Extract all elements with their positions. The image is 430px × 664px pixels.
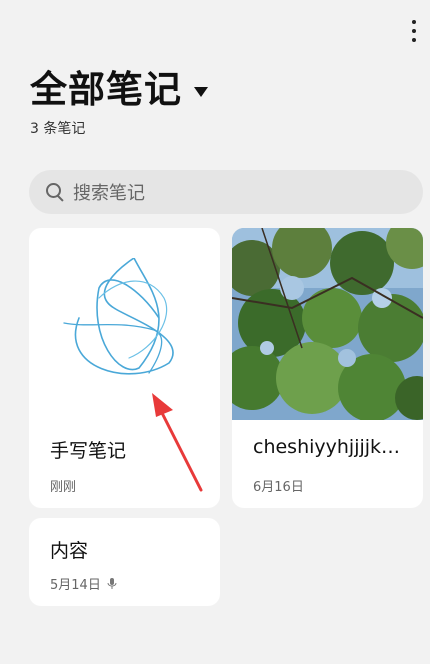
more-options-button[interactable] [404,14,424,48]
folder-selector[interactable]: 全部笔记 [30,66,208,114]
note-count: 3 条笔记 [30,121,86,137]
note-date: 5月14日 [50,578,101,593]
note-card-content[interactable]: 内容 5月14日 [29,518,220,606]
dropdown-caret-icon [194,87,208,97]
note-date: 刚刚 [50,480,77,495]
note-date: 6月16日 [253,480,304,495]
search-bar[interactable]: 搜索笔记 [29,170,423,214]
search-placeholder: 搜索笔记 [73,183,145,204]
note-card-handwriting[interactable]: 手写笔记 刚刚 [29,228,220,508]
search-icon [45,182,65,202]
more-vertical-icon [412,20,416,24]
note-title: 手写笔记 [50,440,127,462]
microphone-icon [107,577,117,589]
page-title: 全部笔记 [30,68,182,111]
note-title: 内容 [50,540,89,562]
note-date-row: 5月14日 [50,574,117,593]
handwriting-sketch [63,258,174,375]
note-title: cheshiyyhjjjjkkk... [253,436,408,458]
note-photo-thumbnail [232,228,423,420]
page-header: 全部笔记 3 条笔记 [30,66,208,138]
note-card-photo[interactable]: cheshiyyhjjjjkkk... 6月16日 [232,228,423,508]
